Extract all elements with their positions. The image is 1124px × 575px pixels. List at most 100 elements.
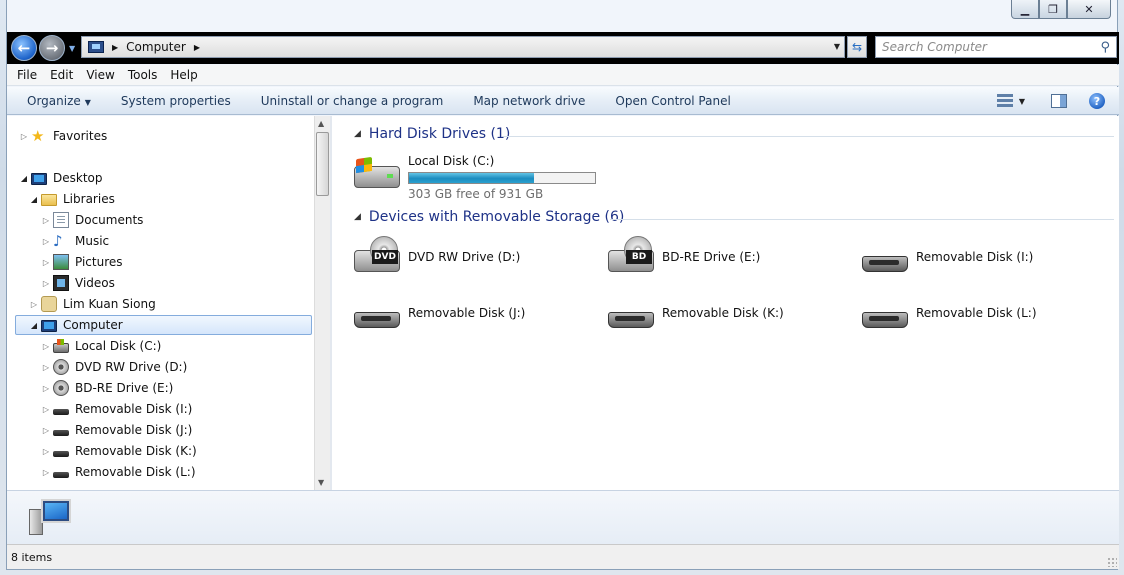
address-dropdown-icon[interactable]: ▼ xyxy=(834,42,840,51)
menu-help[interactable]: Help xyxy=(170,68,197,82)
tree-item-documents[interactable]: ▷ Documents xyxy=(41,210,143,230)
breadcrumb-separator-icon[interactable]: ▶ xyxy=(194,43,200,52)
group-divider xyxy=(502,136,1114,137)
resize-grip-icon[interactable] xyxy=(1107,557,1117,567)
menu-tools[interactable]: Tools xyxy=(128,68,158,82)
drive-removable-k[interactable]: Removable Disk (K:) xyxy=(608,292,784,332)
back-button[interactable]: ← xyxy=(11,35,37,61)
tree-item-music[interactable]: ▷ ♪ Music xyxy=(41,231,109,251)
search-icon[interactable]: ⚲ xyxy=(1100,40,1110,55)
scroll-down-icon[interactable]: ▼ xyxy=(318,478,324,487)
open-control-panel-button[interactable]: Open Control Panel xyxy=(615,94,730,108)
tree-label: Removable Disk (J:) xyxy=(75,423,193,437)
pictures-icon xyxy=(53,254,69,270)
expand-arrow-icon[interactable]: ▷ xyxy=(41,405,51,414)
menu-edit[interactable]: Edit xyxy=(50,68,73,82)
breadcrumb-computer[interactable]: Computer xyxy=(126,40,186,54)
drive-removable-j[interactable]: Removable Disk (J:) xyxy=(354,292,525,332)
star-icon: ★ xyxy=(31,127,45,145)
expand-arrow-icon[interactable]: ▷ xyxy=(29,300,39,309)
map-network-drive-button[interactable]: Map network drive xyxy=(473,94,585,108)
expand-arrow-icon[interactable]: ▷ xyxy=(41,384,51,393)
refresh-button[interactable]: ⇆ xyxy=(847,36,867,58)
expand-arrow-icon[interactable]: ▷ xyxy=(19,132,29,141)
tree-label: Pictures xyxy=(75,255,123,269)
status-bar: 8 items xyxy=(7,544,1119,569)
change-view-icon[interactable] xyxy=(996,94,1013,108)
expand-arrow-icon[interactable]: ▷ xyxy=(41,363,51,372)
minimize-button[interactable]: ▁ xyxy=(1011,0,1039,19)
menu-file[interactable]: File xyxy=(17,68,37,82)
drive-local-disk-c[interactable]: Local Disk (C:) 303 GB free of 931 GB xyxy=(354,152,596,201)
scroll-up-icon[interactable]: ▲ xyxy=(318,119,324,128)
tree-item-drive-l[interactable]: ▷ Removable Disk (L:) xyxy=(41,462,196,482)
tree-item-desktop[interactable]: ◢ Desktop xyxy=(19,168,103,188)
drive-dvd-d[interactable]: DVD DVD RW Drive (D:) xyxy=(354,236,520,276)
expand-arrow-icon[interactable]: ▷ xyxy=(41,258,51,267)
music-note-icon: ♪ xyxy=(53,232,63,250)
tree-item-drive-c[interactable]: ▷ Local Disk (C:) xyxy=(41,336,161,356)
removable-disk-icon xyxy=(53,451,69,457)
computer-icon xyxy=(88,41,104,53)
content-pane: ◢ Hard Disk Drives (1) Local Disk (C:) 3… xyxy=(332,116,1119,490)
collapse-arrow-icon[interactable]: ◢ xyxy=(29,321,39,330)
organize-label: Organize xyxy=(27,93,81,108)
tree-item-drive-d[interactable]: ▷ DVD RW Drive (D:) xyxy=(41,357,187,377)
help-icon[interactable]: ? xyxy=(1089,93,1105,109)
search-input[interactable]: Search Computer ⚲ xyxy=(875,36,1117,58)
collapse-group-icon[interactable]: ◢ xyxy=(354,212,361,222)
desktop-icon xyxy=(31,172,47,185)
uninstall-program-button[interactable]: Uninstall or change a program xyxy=(261,94,444,108)
drive-name: DVD RW Drive (D:) xyxy=(408,250,521,264)
removable-disk-icon xyxy=(862,236,910,276)
forward-button[interactable]: → xyxy=(39,35,65,61)
tree-item-libraries[interactable]: ◢ Libraries xyxy=(29,189,115,209)
system-properties-button[interactable]: System properties xyxy=(121,94,231,108)
nav-pane-scrollbar[interactable]: ▲ ▼ xyxy=(314,116,330,490)
tree-label: Removable Disk (L:) xyxy=(75,465,196,479)
drive-removable-l[interactable]: Removable Disk (L:) xyxy=(862,292,1037,332)
close-button[interactable]: ✕ xyxy=(1067,0,1111,19)
tree-label: Music xyxy=(75,234,110,248)
tree-item-videos[interactable]: ▷ Videos xyxy=(41,273,115,293)
expand-arrow-icon[interactable]: ▷ xyxy=(41,447,51,456)
collapse-group-icon[interactable]: ◢ xyxy=(354,129,361,139)
tree-item-drive-e[interactable]: ▷ BD-RE Drive (E:) xyxy=(41,378,173,398)
view-options-dropdown[interactable]: ▼ xyxy=(1019,97,1025,106)
close-icon: ✕ xyxy=(1084,2,1094,16)
collapse-arrow-icon[interactable]: ◢ xyxy=(19,174,29,183)
group-header-removable[interactable]: ◢ Devices with Removable Storage (6) xyxy=(354,209,624,225)
expand-arrow-icon[interactable]: ▷ xyxy=(41,237,51,246)
expand-arrow-icon[interactable]: ▷ xyxy=(41,468,51,477)
organize-button[interactable]: Organize ▼ xyxy=(27,94,91,108)
tree-item-drive-j[interactable]: ▷ Removable Disk (J:) xyxy=(41,420,192,440)
recent-pages-dropdown[interactable]: ▼ xyxy=(69,44,75,53)
breadcrumb-separator-icon[interactable]: ▶ xyxy=(112,43,118,52)
tree-item-drive-k[interactable]: ▷ Removable Disk (K:) xyxy=(41,441,197,461)
drive-name: Removable Disk (L:) xyxy=(916,306,1037,320)
drive-bd-e[interactable]: BD BD-RE Drive (E:) xyxy=(608,236,760,276)
expand-arrow-icon[interactable]: ▷ xyxy=(41,426,51,435)
removable-disk-icon xyxy=(53,409,69,415)
group-header-hard-disks[interactable]: ◢ Hard Disk Drives (1) xyxy=(354,126,510,142)
tree-item-pictures[interactable]: ▷ Pictures xyxy=(41,252,123,272)
menu-view[interactable]: View xyxy=(86,68,114,82)
drive-removable-i[interactable]: Removable Disk (I:) xyxy=(862,236,1033,276)
tree-item-user[interactable]: ▷ Lim Kuan Siong xyxy=(29,294,156,314)
tree-label: Lim Kuan Siong xyxy=(63,297,156,311)
back-arrow-icon: ← xyxy=(17,39,31,57)
maximize-button[interactable]: ❐ xyxy=(1039,0,1067,19)
address-bar[interactable]: ▶ Computer ▶ ▼ xyxy=(81,36,845,58)
chevron-down-icon: ▼ xyxy=(84,97,91,107)
tree-item-drive-i[interactable]: ▷ Removable Disk (I:) xyxy=(41,399,192,419)
expand-arrow-icon[interactable]: ▷ xyxy=(41,216,51,225)
tree-item-computer[interactable]: ◢ Computer xyxy=(15,315,312,335)
tree-item-favorites[interactable]: ▷ ★ Favorites xyxy=(19,126,107,146)
bd-drive-icon: BD xyxy=(608,236,656,276)
scrollbar-thumb[interactable] xyxy=(316,132,329,196)
expand-arrow-icon[interactable]: ▷ xyxy=(41,279,51,288)
collapse-arrow-icon[interactable]: ◢ xyxy=(29,195,39,204)
computer-icon xyxy=(41,319,57,332)
expand-arrow-icon[interactable]: ▷ xyxy=(41,342,51,351)
preview-pane-icon[interactable] xyxy=(1051,94,1067,108)
